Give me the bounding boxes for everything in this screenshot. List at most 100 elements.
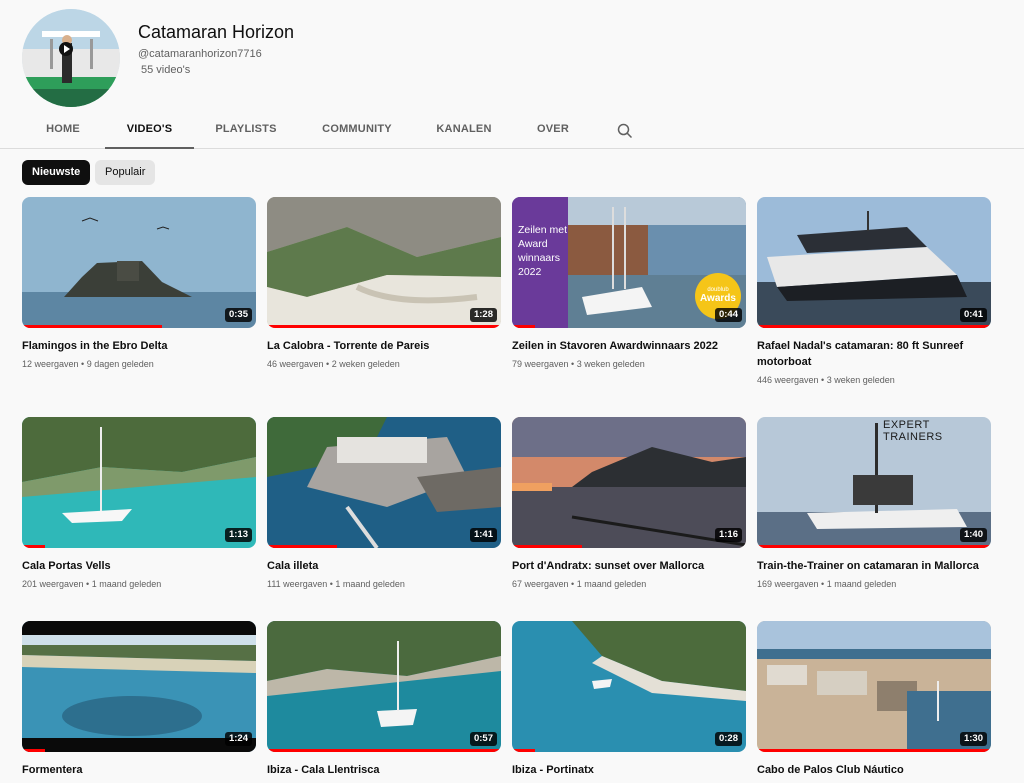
channel-header: Catamaran Horizon @catamaranhorizon7716 … — [0, 0, 1024, 112]
video-card[interactable]: 0:57 Ibiza - Cala Llentrisca — [267, 621, 501, 778]
video-card[interactable]: 1:28 La Calobra - Torrente de Pareis 46 … — [267, 197, 501, 370]
video-title[interactable]: Train-the-Trainer on catamaran in Mallor… — [757, 558, 991, 574]
video-views: 446 weergaven — [757, 375, 819, 385]
video-card[interactable]: 1:41 Cala illeta 111 weergaven • 1 maand… — [267, 417, 501, 590]
video-duration: 1:24 — [224, 732, 252, 746]
video-card[interactable]: 0:41 Rafael Nadal's catamaran: 80 ft Sun… — [757, 197, 991, 386]
watch-progress-bar — [757, 325, 991, 328]
video-duration: 0:28 — [714, 732, 742, 746]
video-views: 67 weergaven — [512, 579, 569, 589]
channel-tabs: HOME VIDEO'S PLAYLISTS COMMUNITY KANALEN… — [0, 112, 1024, 149]
video-thumbnail[interactable]: 1:41 — [267, 417, 501, 548]
video-card[interactable]: 1:16 Port d'Andratx: sunset over Mallorc… — [512, 417, 746, 590]
video-title[interactable]: Cabo de Palos Club Náutico — [757, 762, 991, 778]
video-card[interactable]: EXPERT TRAINERS 1:40 Train-the-Trainer o… — [757, 417, 991, 590]
video-views: 12 weergaven — [22, 359, 79, 369]
video-views: 201 weergaven — [22, 579, 84, 589]
video-meta: 12 weergaven • 9 dagen geleden — [22, 359, 154, 369]
video-duration: 0:57 — [469, 732, 497, 746]
video-age: 3 weken geleden — [826, 375, 895, 385]
award-badge-text: Awards — [700, 293, 736, 304]
video-age: 1 maand geleden — [335, 579, 405, 589]
video-duration: 0:35 — [224, 308, 252, 322]
video-views: 169 weergaven — [757, 579, 819, 589]
video-card[interactable]: 1:24 Formentera — [22, 621, 256, 778]
video-thumbnail[interactable]: 0:28 — [512, 621, 746, 752]
watch-progress-bar — [512, 749, 536, 752]
video-card[interactable]: 0:28 Ibiza - Portinatx — [512, 621, 746, 778]
video-title[interactable]: Flamingos in the Ebro Delta — [22, 338, 256, 354]
channel-name: Catamaran Horizon — [138, 22, 295, 42]
thumbnail-overlay-text: Zeilen met Award winnaars 2022 — [518, 224, 568, 278]
video-age: 1 maand geleden — [91, 579, 162, 589]
watch-progress-bar — [267, 545, 338, 548]
tab-home[interactable]: HOME — [32, 112, 94, 149]
video-thumbnail[interactable]: 0:57 — [267, 621, 501, 752]
thumbnail-watermark: EXPERT TRAINERS — [883, 419, 943, 443]
video-meta: 67 weergaven • 1 maand geleden — [512, 579, 647, 589]
watch-progress-bar — [22, 325, 163, 328]
video-duration: 1:41 — [469, 528, 497, 542]
video-duration: 0:44 — [714, 308, 742, 322]
video-duration: 1:13 — [224, 528, 252, 542]
video-thumbnail[interactable]: 1:24 — [22, 621, 256, 752]
video-age: 9 dagen geleden — [86, 359, 154, 369]
video-duration: 1:40 — [959, 528, 987, 542]
search-icon[interactable] — [616, 122, 634, 140]
video-age: 1 maand geleden — [826, 579, 897, 589]
video-duration: 1:30 — [959, 732, 987, 746]
video-thumbnail[interactable]: Zeilen met Award winnaars 2022 doublub Aw… — [512, 197, 746, 328]
watch-progress-bar — [512, 545, 583, 548]
video-card[interactable]: 1:13 Cala Portas Vells 201 weergaven • 1… — [22, 417, 256, 590]
video-card[interactable]: 1:30 Cabo de Palos Club Náutico — [757, 621, 991, 778]
tab-community[interactable]: COMMUNITY — [310, 112, 404, 149]
video-meta: 169 weergaven • 1 maand geleden — [757, 579, 897, 589]
video-views: 46 weergaven — [267, 359, 324, 369]
video-duration: 1:16 — [714, 528, 742, 542]
video-views: 79 weergaven — [512, 359, 569, 369]
video-thumbnail[interactable]: 0:35 — [22, 197, 256, 328]
tab-videos[interactable]: VIDEO'S — [105, 112, 194, 149]
video-title[interactable]: La Calobra - Torrente de Pareis — [267, 338, 501, 354]
video-title[interactable]: Cala Portas Vells — [22, 558, 256, 574]
channel-video-count: 55 video's — [141, 64, 191, 76]
video-title[interactable]: Port d'Andratx: sunset over Mallorca — [512, 558, 746, 574]
video-thumbnail[interactable]: 1:16 — [512, 417, 746, 548]
watch-progress-bar — [512, 325, 536, 328]
video-title[interactable]: Rafael Nadal's catamaran: 80 ft Sunreef … — [757, 338, 991, 370]
video-duration: 1:28 — [469, 308, 497, 322]
video-thumbnail[interactable]: 1:28 — [267, 197, 501, 328]
tab-channels[interactable]: KANALEN — [428, 112, 500, 149]
tab-about[interactable]: OVER — [528, 112, 578, 149]
video-meta: 46 weergaven • 2 weken geleden — [267, 359, 400, 369]
video-thumbnail[interactable]: EXPERT TRAINERS 1:40 — [757, 417, 991, 548]
channel-avatar[interactable] — [22, 9, 120, 107]
watch-progress-bar — [267, 325, 501, 328]
video-meta: 79 weergaven • 3 weken geleden — [512, 359, 645, 369]
video-card[interactable]: 0:35 Flamingos in the Ebro Delta 12 weer… — [22, 197, 256, 370]
video-age: 2 weken geleden — [331, 359, 400, 369]
video-meta: 446 weergaven • 3 weken geleden — [757, 375, 895, 385]
video-age: 3 weken geleden — [576, 359, 645, 369]
video-meta: 111 weergaven • 1 maand geleden — [267, 579, 405, 589]
video-title[interactable]: Cala illeta — [267, 558, 501, 574]
watch-progress-bar — [22, 749, 46, 752]
watch-progress-bar — [757, 545, 991, 548]
watch-progress-bar — [757, 749, 991, 752]
video-thumbnail[interactable]: 1:30 — [757, 621, 991, 752]
video-age: 1 maand geleden — [576, 579, 647, 589]
chip-newest[interactable]: Nieuwste — [22, 160, 91, 185]
watch-progress-bar — [22, 545, 46, 548]
video-title[interactable]: Formentera — [22, 762, 256, 778]
video-thumbnail[interactable]: 0:41 — [757, 197, 991, 328]
video-title[interactable]: Ibiza - Cala Llentrisca — [267, 762, 501, 778]
video-title[interactable]: Zeilen in Stavoren Awardwinnaars 2022 — [512, 338, 746, 354]
video-thumbnail[interactable]: 1:13 — [22, 417, 256, 548]
video-card[interactable]: Zeilen met Award winnaars 2022 doublub Aw… — [512, 197, 746, 370]
video-title[interactable]: Ibiza - Portinatx — [512, 762, 746, 778]
video-views: 111 weergaven — [267, 579, 328, 589]
channel-handle: @catamaranhorizon7716 — [138, 48, 262, 60]
tab-playlists[interactable]: PLAYLISTS — [206, 112, 286, 149]
watch-progress-bar — [267, 749, 501, 752]
chip-popular[interactable]: Populair — [95, 160, 156, 185]
